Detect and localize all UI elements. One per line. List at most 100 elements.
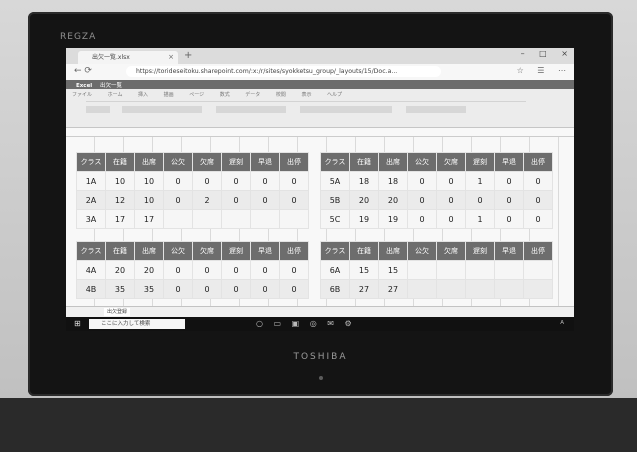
table-cell[interactable]: 5A — [320, 171, 350, 191]
table-cell[interactable] — [436, 260, 466, 280]
table-cell[interactable]: 0 — [250, 279, 280, 299]
table-cell[interactable]: 0 — [279, 279, 309, 299]
table-cell[interactable]: 0 — [221, 279, 251, 299]
table-cell[interactable]: 0 — [494, 171, 524, 191]
table-cell[interactable]: 0 — [250, 190, 280, 210]
table-cell[interactable]: 17 — [105, 209, 135, 229]
table-cell[interactable]: 0 — [465, 190, 495, 210]
table-cell[interactable] — [494, 279, 524, 299]
column-header: 出停 — [523, 152, 553, 172]
table-cell[interactable] — [163, 209, 193, 229]
table-cell[interactable]: 15 — [349, 260, 379, 280]
taskbar-search[interactable]: ここに入力して検索 — [89, 319, 185, 329]
table-cell[interactable]: 0 — [407, 171, 437, 191]
table-cell[interactable]: 6B — [320, 279, 350, 299]
table-cell[interactable]: 0 — [221, 171, 251, 191]
table-cell[interactable]: 0 — [523, 190, 553, 210]
table-cell[interactable]: 0 — [163, 260, 193, 280]
tab-close-icon[interactable]: × — [168, 51, 174, 64]
table-cell[interactable]: 0 — [279, 190, 309, 210]
column-header: 出停 — [523, 241, 553, 261]
window-controls[interactable]: – □ × — [521, 49, 568, 58]
table-cell[interactable]: 5B — [320, 190, 350, 210]
column-header: クラス — [76, 152, 106, 172]
table-cell[interactable]: 0 — [221, 190, 251, 210]
table-cell[interactable]: 19 — [349, 209, 379, 229]
table-cell[interactable]: 0 — [523, 209, 553, 229]
table-cell[interactable] — [407, 260, 437, 280]
url-input[interactable]: https://torideseitoku.sharepoint.com/:x:… — [126, 66, 441, 77]
table-cell[interactable]: 20 — [105, 260, 135, 280]
address-icons[interactable]: ☆ ☰ ⋯ — [517, 66, 566, 75]
table-cell[interactable]: 4B — [76, 279, 106, 299]
table-cell[interactable]: 10 — [105, 171, 135, 191]
browser-tab[interactable]: 出欠一覧.xlsx × — [78, 51, 178, 64]
table-cell[interactable]: 0 — [192, 279, 222, 299]
column-header: 遅刻 — [465, 152, 495, 172]
table-cell[interactable]: 15 — [378, 260, 408, 280]
table-cell[interactable]: 4A — [76, 260, 106, 280]
table-cell[interactable]: 35 — [134, 279, 164, 299]
table-cell[interactable] — [494, 260, 524, 280]
table-cell[interactable]: 12 — [105, 190, 135, 210]
table-cell[interactable]: 0 — [436, 171, 466, 191]
column-header: 出停 — [279, 152, 309, 172]
table-cell[interactable]: 2A — [76, 190, 106, 210]
table-cell[interactable]: 1 — [465, 209, 495, 229]
table-cell[interactable]: 17 — [134, 209, 164, 229]
table-row: 5B 20 20 0 0 0 0 0 — [320, 190, 553, 210]
table-cell[interactable]: 35 — [105, 279, 135, 299]
windows-start-icon[interactable]: ⊞ — [74, 319, 81, 328]
table-cell[interactable]: 0 — [163, 279, 193, 299]
taskbar: ⊞ ここに入力して検索 ○ ▭ ▣ ◎ ✉ ⚙ A — [66, 317, 574, 331]
ribbon-tabs[interactable]: ファイル ホーム 挿入 描画 ページ 数式 データ 校閲 表示 ヘルプ — [72, 91, 342, 98]
table-cell[interactable]: 0 — [192, 171, 222, 191]
table-cell[interactable]: 0 — [279, 260, 309, 280]
table-cell[interactable]: 1A — [76, 171, 106, 191]
table-cell[interactable]: 0 — [523, 171, 553, 191]
table-cell[interactable]: 0 — [163, 190, 193, 210]
table-cell[interactable] — [436, 279, 466, 299]
table-cell[interactable] — [407, 279, 437, 299]
table-cell[interactable]: 10 — [134, 171, 164, 191]
table-cell[interactable]: 20 — [378, 190, 408, 210]
table-cell[interactable] — [192, 209, 222, 229]
table-cell[interactable]: 0 — [436, 209, 466, 229]
table-cell[interactable]: 3A — [76, 209, 106, 229]
formula-bar[interactable] — [66, 128, 574, 137]
table-cell[interactable]: 18 — [378, 171, 408, 191]
sheet-tab[interactable]: 出欠登録 — [104, 308, 130, 316]
taskbar-icons[interactable]: ○ ▭ ▣ ◎ ✉ ⚙ — [256, 319, 352, 328]
table-cell[interactable]: 0 — [407, 190, 437, 210]
table-cell[interactable]: 0 — [494, 190, 524, 210]
table-cell[interactable]: 0 — [436, 190, 466, 210]
table-cell[interactable]: 0 — [250, 260, 280, 280]
table-cell[interactable]: 0 — [250, 171, 280, 191]
table-cell[interactable] — [465, 279, 495, 299]
new-tab-icon[interactable]: + — [184, 50, 192, 61]
table-cell[interactable]: 2 — [192, 190, 222, 210]
nav-icons[interactable]: ← ⟳ — [74, 66, 92, 76]
table-cell[interactable]: 0 — [407, 209, 437, 229]
table-cell[interactable]: 1 — [465, 171, 495, 191]
table-cell[interactable]: 20 — [134, 260, 164, 280]
table-cell[interactable]: 6A — [320, 260, 350, 280]
table-cell[interactable]: 20 — [349, 190, 379, 210]
table-cell[interactable] — [221, 209, 251, 229]
table-cell[interactable] — [465, 260, 495, 280]
table-cell[interactable]: 0 — [192, 260, 222, 280]
table-cell[interactable]: 27 — [349, 279, 379, 299]
table-cell[interactable] — [279, 209, 309, 229]
table-cell[interactable]: 0 — [279, 171, 309, 191]
table-cell[interactable]: 0 — [494, 209, 524, 229]
table-cell[interactable]: 0 — [221, 260, 251, 280]
table-cell[interactable]: 19 — [378, 209, 408, 229]
table-cell[interactable] — [523, 279, 553, 299]
table-cell[interactable]: 5C — [320, 209, 350, 229]
table-cell[interactable]: 0 — [163, 171, 193, 191]
table-cell[interactable] — [523, 260, 553, 280]
table-cell[interactable]: 18 — [349, 171, 379, 191]
table-cell[interactable]: 27 — [378, 279, 408, 299]
table-cell[interactable] — [250, 209, 280, 229]
table-cell[interactable]: 10 — [134, 190, 164, 210]
